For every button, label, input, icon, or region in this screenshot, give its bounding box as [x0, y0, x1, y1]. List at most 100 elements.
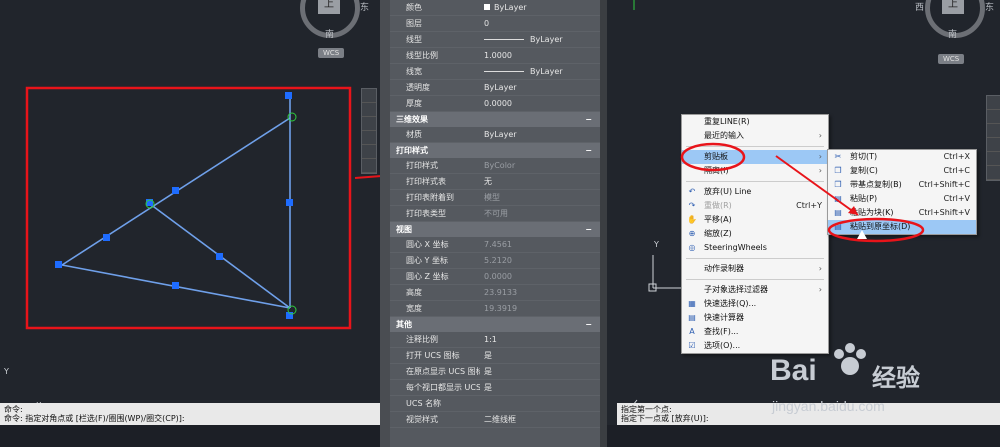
color-swatch — [484, 4, 490, 10]
property-row[interactable]: 透明度 ByLayer — [390, 80, 600, 96]
property-value[interactable]: 23.9133 — [480, 285, 600, 300]
property-value[interactable]: 不可用 — [480, 206, 600, 221]
property-value[interactable]: 0 — [480, 16, 600, 31]
property-value[interactable]: ByLayer — [480, 127, 600, 142]
property-value[interactable]: 1:1 — [480, 332, 600, 347]
property-value-text: 是 — [484, 367, 492, 376]
viewcube-south-label[interactable]: 南 — [948, 27, 957, 40]
property-row[interactable]: 在原点显示 UCS 图标是 — [390, 364, 600, 380]
property-value[interactable]: 0.0000 — [480, 96, 600, 111]
property-value-text: 5.2120 — [484, 256, 512, 265]
property-value[interactable]: 5.2120 — [480, 253, 600, 268]
property-row[interactable]: 圆心 Y 坐标 5.2120 — [390, 253, 600, 269]
properties-palette[interactable]: 颜色 ByLayer 图层 0 线型 ByLayer 线型比例 1.0000 线宽 ByLayer… — [380, 0, 607, 447]
property-row[interactable]: 宽度 19.3919 — [390, 301, 600, 317]
property-value-text: ByLayer — [494, 3, 527, 12]
property-row[interactable]: 每个视口都显示 UCS 是 — [390, 380, 600, 396]
property-row[interactable]: 线型 ByLayer — [390, 32, 600, 48]
property-row[interactable]: 颜色 ByLayer — [390, 0, 600, 16]
property-row[interactable]: 视觉样式 二维线框 — [390, 412, 600, 428]
property-section-header[interactable]: 打印样式 − — [390, 143, 600, 158]
viewcube-west-label[interactable]: 西 — [915, 0, 924, 13]
property-value-text: 模型 — [484, 193, 500, 202]
property-name: 材质 — [406, 130, 422, 139]
property-value-text: 1.0000 — [484, 51, 512, 60]
left-command-line[interactable]: 命令: 命令: 指定对角点或 [栏选(F)/圈围(WP)/圈交(CP)]: — [0, 403, 380, 425]
property-name: UCS 名称 — [406, 399, 442, 408]
property-row[interactable]: 材质 ByLayer — [390, 127, 600, 143]
menu-item[interactable]: A 查找(F)... — [682, 325, 828, 339]
paw-logo-icon — [834, 343, 866, 375]
linetype-preview — [484, 71, 524, 72]
property-value[interactable]: 是 — [480, 380, 600, 395]
collapse-icon[interactable]: − — [585, 143, 592, 158]
viewcube-south-label[interactable]: 南 — [325, 27, 334, 40]
property-value[interactable]: 0.0000 — [480, 269, 600, 284]
collapse-icon[interactable]: − — [585, 222, 592, 237]
property-value[interactable]: 1.0000 — [480, 48, 600, 63]
palette-title-strip[interactable] — [380, 0, 390, 447]
viewcube-east-label[interactable]: 东 — [985, 0, 994, 13]
menu-item[interactable]: 子对象选择过滤器 › — [682, 283, 828, 297]
property-value[interactable]: 是 — [480, 364, 600, 379]
property-row[interactable]: 图层 0 — [390, 16, 600, 32]
property-value[interactable]: ByLayer — [480, 0, 600, 15]
property-value[interactable]: ByLayer — [480, 64, 600, 79]
viewcube-top-face[interactable]: 上 — [318, 0, 340, 14]
menu-item[interactable]: ☑ 选项(O)... — [682, 339, 828, 353]
menu-item[interactable]: 动作录制器 › — [682, 262, 828, 276]
property-value[interactable]: 是 — [480, 348, 600, 363]
property-row[interactable]: 圆心 X 坐标 7.4561 — [390, 237, 600, 253]
property-section-header[interactable]: 三维效果 − — [390, 112, 600, 127]
property-value[interactable]: ByLayer — [480, 32, 600, 47]
left-drawing-viewport[interactable]: Y X 上 东 南 WCS 命令: 命令: 指定对角点或 [栏选(F)/圈围(W… — [0, 0, 380, 425]
command-history-line: 命令: — [4, 405, 23, 414]
menu-item[interactable]: ▤ 快速计算器 — [682, 311, 828, 325]
property-row[interactable]: 打印样式 ByColor — [390, 158, 600, 174]
property-section-header[interactable]: 视图 − — [390, 222, 600, 237]
menu-item-label: 选项(O)... — [704, 341, 741, 350]
property-value-text: 是 — [484, 351, 492, 360]
navigation-bar[interactable] — [361, 88, 377, 174]
property-name: 打印表类型 — [406, 209, 446, 218]
property-row[interactable]: 厚度 0.0000 — [390, 96, 600, 112]
property-name: 打开 UCS 图标 — [406, 351, 460, 360]
annotation-overlay — [680, 142, 925, 243]
property-name: 线型比例 — [406, 51, 438, 60]
properties-list[interactable]: 颜色 ByLayer 图层 0 线型 ByLayer 线型比例 1.0000 线宽 ByLayer… — [390, 0, 600, 447]
menu-item[interactable]: ▦ 快速选择(Q)... — [682, 297, 828, 311]
property-row[interactable]: 高度 23.9133 — [390, 285, 600, 301]
property-row[interactable]: 打开 UCS 图标 是 — [390, 348, 600, 364]
wcs-menu[interactable]: WCS — [318, 48, 345, 58]
section-title: 打印样式 — [396, 146, 428, 155]
property-row[interactable]: 线宽 ByLayer — [390, 64, 600, 80]
collapse-icon[interactable]: − — [585, 112, 592, 127]
wcs-menu[interactable]: WCS — [938, 54, 965, 64]
property-value[interactable]: 无 — [480, 174, 600, 189]
collapse-icon[interactable]: − — [585, 317, 592, 332]
viewcube-east-label[interactable]: 东 — [360, 0, 369, 13]
property-row[interactable]: 圆心 Z 坐标 0.0000 — [390, 269, 600, 285]
property-row[interactable]: UCS 名称 — [390, 396, 600, 412]
property-section-header[interactable]: 其他 − — [390, 317, 600, 332]
property-row[interactable]: 打印样式表 无 — [390, 174, 600, 190]
property-row[interactable]: 打印表附着到 模型 — [390, 190, 600, 206]
property-value[interactable]: 7.4561 — [480, 237, 600, 252]
viewcube-top-face[interactable]: 上 — [942, 0, 964, 14]
property-row[interactable]: 线型比例 1.0000 — [390, 48, 600, 64]
property-value[interactable]: ByLayer — [480, 80, 600, 95]
property-name: 注释比例 — [406, 335, 438, 344]
property-value[interactable]: 19.3919 — [480, 301, 600, 316]
property-value[interactable]: 模型 — [480, 190, 600, 205]
property-row[interactable]: 注释比例 1:1 — [390, 332, 600, 348]
property-row[interactable]: 打印表类型 不可用 — [390, 206, 600, 222]
property-value[interactable]: 二维线框 — [480, 412, 600, 427]
property-value-text: ByLayer — [530, 67, 563, 76]
property-value-text: 是 — [484, 383, 492, 392]
watermark-brand: Bai — [770, 354, 817, 387]
property-value[interactable]: ByColor — [480, 158, 600, 173]
property-value-text: 无 — [484, 177, 492, 186]
menu-item-icon: ☑ — [688, 341, 696, 350]
left-drawing-canvas[interactable] — [0, 0, 380, 425]
property-value[interactable] — [480, 396, 600, 411]
